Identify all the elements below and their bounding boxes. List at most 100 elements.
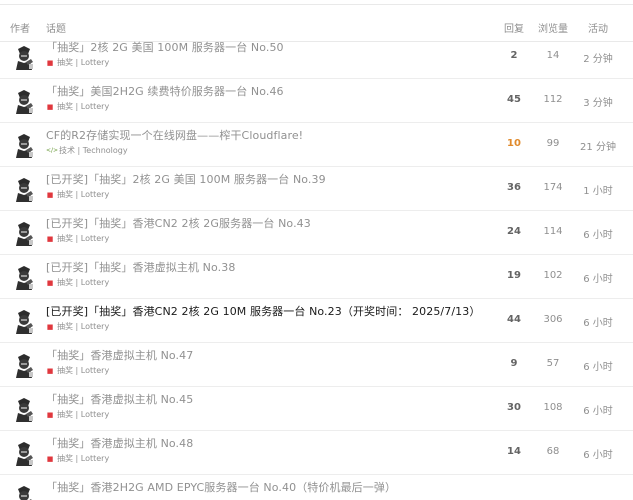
topic-row[interactable]: [已开奖]「抽奖」2核 2G 美国 100M 服务器一台 No.39 ■ 抽奖 | … — [0, 167, 633, 211]
author-avatar[interactable] — [12, 89, 36, 115]
topic-category-badge[interactable]: ■ 抽奖 | Lottery — [46, 409, 110, 420]
topic-row[interactable]: 「抽奖」美国2H2G 续费特价服务器一台 No.46 ■ 抽奖 | Lottery 4… — [0, 79, 633, 123]
topic-views-count: 14 — [546, 50, 560, 61]
author-avatar[interactable] — [12, 397, 36, 423]
column-header-activity[interactable]: 活动 — [576, 20, 620, 35]
author-avatar[interactable] — [12, 133, 36, 159]
topic-views-count: 306 — [543, 314, 563, 325]
topic-views-count: 57 — [546, 358, 560, 369]
column-header-views[interactable]: 浏览量 — [531, 20, 575, 35]
topic-category-badge[interactable]: ■ 抽奖 | Lottery — [46, 321, 110, 332]
topic-category-label: 抽奖 | Lottery — [57, 278, 110, 287]
topic-category-badge[interactable]: </> 技术 | Technology — [46, 145, 128, 156]
topic-title-link[interactable]: [已开奖]「抽奖」2核 2G 美国 100M 服务器一台 No.39 — [46, 171, 326, 187]
topic-title-link[interactable]: 「抽奖」香港虚拟主机 No.45 — [46, 391, 193, 407]
topic-views-count: 68 — [546, 446, 560, 457]
topic-replies-count[interactable]: 14 — [492, 446, 536, 457]
topic-views-count: 114 — [543, 226, 563, 237]
topic-title-link[interactable]: 「抽奖」香港虚拟主机 No.48 — [46, 435, 193, 451]
topic-last-activity[interactable]: 21 分钟 — [576, 138, 620, 153]
topic-title-link[interactable]: 「抽奖」香港虚拟主机 No.47 — [46, 347, 193, 363]
topic-replies-count[interactable]: 30 — [492, 402, 536, 413]
gift-icon: ■ — [46, 58, 54, 67]
top-divider — [0, 4, 633, 5]
gift-icon: ■ — [46, 102, 54, 111]
author-avatar[interactable] — [12, 265, 36, 291]
topic-category-badge[interactable]: ■ 抽奖 | Lottery — [46, 101, 110, 112]
topic-last-activity[interactable]: 1 小时 — [576, 182, 620, 197]
topic-replies-count[interactable]: 2 — [492, 50, 536, 61]
code-icon: </> — [46, 146, 59, 154]
gift-icon: ■ — [46, 322, 54, 331]
topic-row[interactable]: 「抽奖」香港虚拟主机 No.48 ■ 抽奖 | Lottery 14 68 6 小时 — [0, 431, 633, 475]
topic-category-badge[interactable]: ■ 抽奖 | Lottery — [46, 365, 110, 376]
topic-title-link[interactable]: CF的R2存储实现一个在线网盘——榨干Cloudflare! — [46, 127, 303, 143]
topic-category-label: 抽奖 | Lottery — [57, 410, 110, 419]
column-header-topic[interactable]: 话题 — [46, 20, 66, 35]
gift-icon: ■ — [46, 278, 54, 287]
author-avatar[interactable] — [12, 353, 36, 379]
topic-views-count: 112 — [543, 94, 563, 105]
topic-category-label: 抽奖 | Lottery — [57, 234, 110, 243]
topic-views-count: 108 — [543, 402, 563, 413]
topic-title-link[interactable]: [已开奖]「抽奖」香港CN2 2核 2G服务器一台 No.43 — [46, 215, 311, 231]
topic-replies-count[interactable]: 10 — [492, 138, 536, 149]
topic-last-activity[interactable]: 6 小时 — [576, 446, 620, 461]
author-avatar[interactable] — [12, 309, 36, 335]
topic-row[interactable]: [已开奖]「抽奖」香港虚拟主机 No.38 ■ 抽奖 | Lottery 19 102 6… — [0, 255, 633, 299]
topic-views-count: 174 — [543, 182, 563, 193]
topic-row[interactable]: [已开奖]「抽奖」香港CN2 2核 2G服务器一台 No.43 ■ 抽奖 | Lot… — [0, 211, 633, 255]
topic-category-label: 抽奖 | Lottery — [57, 102, 110, 111]
topic-category-badge[interactable]: ■ 抽奖 | Lottery — [46, 57, 110, 68]
topic-category-label: 抽奖 | Lottery — [57, 322, 110, 331]
topic-list-header: 作者 话题 回复 浏览量 活动 — [0, 20, 633, 35]
topic-replies-count[interactable]: 45 — [492, 94, 536, 105]
author-avatar[interactable] — [12, 441, 36, 467]
gift-icon: ■ — [46, 454, 54, 463]
topic-last-activity[interactable]: 6 小时 — [576, 402, 620, 417]
gift-icon: ■ — [46, 366, 54, 375]
topic-category-badge[interactable]: ■ 抽奖 | Lottery — [46, 277, 110, 288]
topic-row[interactable]: 「抽奖」2核 2G 美国 100M 服务器一台 No.50 ■ 抽奖 | Lotte… — [0, 35, 633, 79]
author-avatar[interactable] — [12, 45, 36, 71]
topic-category-label: 抽奖 | Lottery — [57, 366, 110, 375]
topic-title-link[interactable]: 「抽奖」2核 2G 美国 100M 服务器一台 No.50 — [46, 39, 284, 55]
author-avatar[interactable] — [12, 177, 36, 203]
author-avatar[interactable] — [12, 221, 36, 247]
topic-title-link[interactable]: 「抽奖」美国2H2G 续费特价服务器一台 No.46 — [46, 83, 284, 99]
column-header-author[interactable]: 作者 — [10, 20, 30, 35]
topic-last-activity[interactable]: 2 分钟 — [576, 50, 620, 65]
topic-views-count: 99 — [546, 138, 560, 149]
topic-category-label: 抽奖 | Lottery — [57, 454, 110, 463]
topic-last-activity[interactable]: 3 分钟 — [576, 94, 620, 109]
topic-title-link[interactable]: [已开奖]「抽奖」香港CN2 2核 2G 10M 服务器一台 No.23（开奖时… — [46, 303, 480, 319]
topic-title-link[interactable]: [已开奖]「抽奖」香港虚拟主机 No.38 — [46, 259, 235, 275]
topic-replies-count[interactable]: 36 — [492, 182, 536, 193]
gift-icon: ■ — [46, 410, 54, 419]
topic-category-badge[interactable]: ■ 抽奖 | Lottery — [46, 453, 110, 464]
topic-row[interactable]: [已开奖]「抽奖」香港CN2 2核 2G 10M 服务器一台 No.23（开奖时… — [0, 299, 633, 343]
topic-replies-count[interactable]: 24 — [492, 226, 536, 237]
author-avatar[interactable] — [12, 485, 36, 500]
topic-category-badge[interactable]: ■ 抽奖 | Lottery — [46, 189, 110, 200]
topic-row[interactable]: 「抽奖」香港2H2G AMD EPYC服务器一台 No.40（特价机最后一弹） — [0, 475, 633, 500]
topic-last-activity[interactable]: 6 小时 — [576, 314, 620, 329]
topic-category-label: 技术 | Technology — [59, 146, 128, 155]
topic-replies-count[interactable]: 9 — [492, 358, 536, 369]
gift-icon: ■ — [46, 190, 54, 199]
topic-replies-count[interactable]: 19 — [492, 270, 536, 281]
topic-row[interactable]: 「抽奖」香港虚拟主机 No.47 ■ 抽奖 | Lottery 9 57 6 小时 — [0, 343, 633, 387]
topic-views-count: 102 — [543, 270, 563, 281]
topic-row[interactable]: CF的R2存储实现一个在线网盘——榨干Cloudflare! </> 技术 | Te… — [0, 123, 633, 167]
topic-category-badge[interactable]: ■ 抽奖 | Lottery — [46, 233, 110, 244]
topic-replies-count[interactable]: 44 — [492, 314, 536, 325]
topic-last-activity[interactable]: 6 小时 — [576, 270, 620, 285]
topic-category-label: 抽奖 | Lottery — [57, 190, 110, 199]
gift-icon: ■ — [46, 234, 54, 243]
topic-last-activity[interactable]: 6 小时 — [576, 226, 620, 241]
column-header-replies[interactable]: 回复 — [492, 20, 536, 35]
topic-last-activity[interactable]: 6 小时 — [576, 358, 620, 373]
topic-title-link[interactable]: 「抽奖」香港2H2G AMD EPYC服务器一台 No.40（特价机最后一弹） — [46, 479, 396, 495]
topic-category-label: 抽奖 | Lottery — [57, 58, 110, 67]
topic-row[interactable]: 「抽奖」香港虚拟主机 No.45 ■ 抽奖 | Lottery 30 108 6 小时 — [0, 387, 633, 431]
